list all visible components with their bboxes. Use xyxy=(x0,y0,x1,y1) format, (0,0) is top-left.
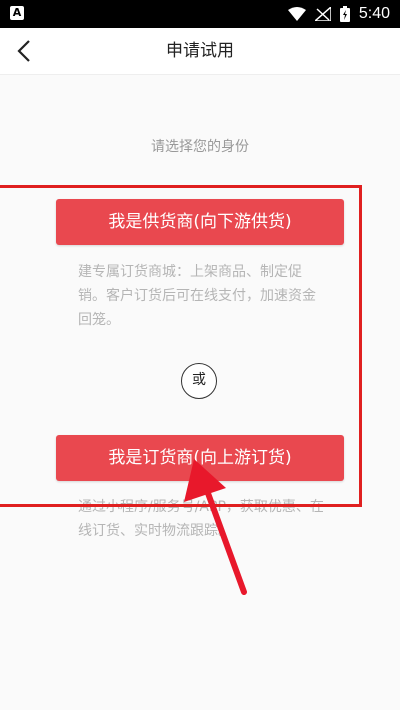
wifi-icon xyxy=(287,7,306,21)
app-notification-icon: A xyxy=(10,6,24,20)
title-bar: 申请试用 xyxy=(0,28,400,75)
status-time: 5:40 xyxy=(358,5,390,22)
status-bar: A 5:40 xyxy=(0,0,400,28)
battery-icon xyxy=(339,6,350,22)
signal-icon xyxy=(314,7,331,21)
highlight-box xyxy=(0,185,362,507)
identity-prompt: 请选择您的身份 xyxy=(151,139,249,155)
page-title: 申请试用 xyxy=(166,41,234,61)
status-icons: 5:40 xyxy=(287,0,390,28)
